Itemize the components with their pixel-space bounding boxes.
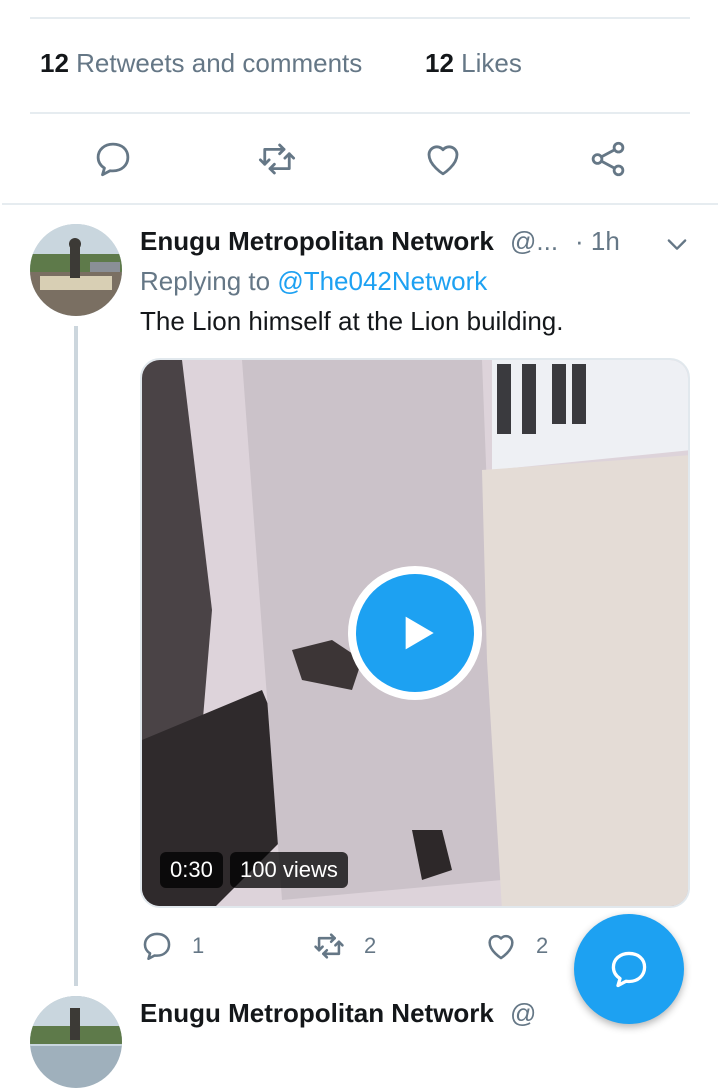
retweets-count: 12: [40, 48, 69, 78]
replying-to: Replying to @The042Network: [140, 266, 487, 297]
chevron-down-icon[interactable]: [663, 230, 691, 258]
like-icon[interactable]: [422, 138, 464, 180]
tweet-time: · 1h: [575, 226, 620, 256]
replying-prefix: Replying to: [140, 266, 271, 296]
compose-reply-icon: [611, 951, 647, 988]
replying-to-link[interactable]: @The042Network: [277, 266, 487, 296]
retweet-icon[interactable]: [256, 138, 298, 180]
retweet-action[interactable]: 2: [312, 926, 376, 966]
play-button[interactable]: [348, 566, 482, 700]
play-icon: [356, 574, 474, 692]
likes-stat[interactable]: 12 Likes: [425, 48, 522, 79]
like-action[interactable]: 2: [484, 926, 548, 966]
avatar-image: [30, 224, 122, 316]
actions-divider: [2, 203, 718, 205]
like-count: 2: [536, 933, 549, 958]
likes-label: Likes: [461, 48, 522, 78]
comment-icon: [143, 932, 171, 961]
compose-button[interactable]: [574, 914, 684, 1024]
retweet-icon: [314, 933, 344, 959]
retweets-stat[interactable]: 12 Retweets and comments: [40, 48, 362, 79]
reply-count: 1: [192, 933, 205, 958]
next-author-handle[interactable]: @: [510, 998, 536, 1029]
retweet-count: 2: [364, 933, 377, 958]
thread-line: [74, 326, 78, 986]
reply-action[interactable]: 1: [140, 926, 204, 966]
tweet-text: The Lion himself at the Lion building.: [140, 306, 564, 336]
share-icon[interactable]: [587, 138, 629, 180]
author-name[interactable]: Enugu Metropolitan Network: [140, 226, 494, 257]
video-player[interactable]: 0:30 100 views: [140, 358, 690, 908]
comment-icon[interactable]: [92, 138, 134, 180]
stats-divider: [30, 112, 690, 114]
video-duration: 0:30: [160, 852, 223, 888]
top-divider: [30, 17, 690, 19]
avatar[interactable]: [30, 224, 122, 316]
video-views: 100 views: [230, 852, 348, 888]
next-author-name[interactable]: Enugu Metropolitan Network: [140, 998, 494, 1029]
next-avatar[interactable]: [30, 996, 122, 1088]
likes-count: 12: [425, 48, 454, 78]
author-handle[interactable]: @...: [510, 226, 558, 257]
next-avatar-image: [30, 996, 122, 1046]
retweets-label: Retweets and comments: [76, 48, 363, 78]
like-icon: [488, 934, 514, 960]
